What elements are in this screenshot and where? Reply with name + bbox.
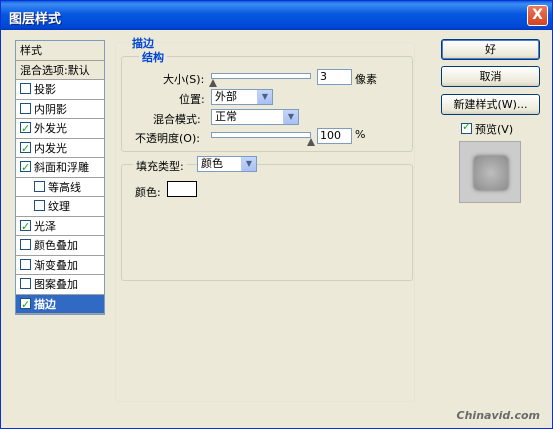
blend-mode-value: 正常 [215,110,237,123]
opacity-unit: % [355,128,366,141]
checkbox-icon[interactable] [20,158,31,177]
style-list-item[interactable]: 内阴影 [16,99,104,119]
size-slider[interactable] [211,73,311,79]
dialog-body: 样式 混合选项:默认 投影内阴影外发光内发光斜面和浮雕等高线纹理光泽颜色叠加渐变… [5,30,548,426]
fill-type-value: 颜色 [201,157,223,170]
watermark: Chinavid.com [456,409,540,422]
structure-title: 结构 [139,49,167,65]
size-unit: 像素 [355,73,377,86]
style-list-item-label: 内发光 [34,141,67,155]
checkbox-icon[interactable] [20,102,31,114]
style-preview [459,141,521,203]
checkbox-icon[interactable] [20,278,31,289]
style-list-item[interactable]: 纹理 [16,197,104,217]
checkbox-icon[interactable] [34,180,45,192]
style-list-item[interactable]: 颜色叠加 [16,236,104,256]
fill-type-select[interactable]: 颜色 ▼ [197,156,257,172]
fill-group [121,164,413,281]
style-list-item-label: 渐变叠加 [34,258,78,272]
style-list-item[interactable]: 光泽 [16,216,104,236]
style-list: 样式 混合选项:默认 投影内阴影外发光内发光斜面和浮雕等高线纹理光泽颜色叠加渐变… [15,40,105,315]
style-list-item-label: 斜面和浮雕 [34,161,89,174]
style-list-item-label: 图案叠加 [34,278,78,291]
style-list-item-label: 描边 [34,297,56,311]
size-slider-thumb[interactable] [209,79,217,87]
size-input[interactable]: 3 [317,69,352,85]
position-label: 位置: [179,93,205,106]
chevron-down-icon[interactable]: ▼ [257,90,272,104]
new-style-button[interactable]: 新建样式(W)... [441,94,540,115]
style-list-item-label: 外发光 [34,122,67,135]
ok-button[interactable]: 好 [441,39,540,60]
close-button[interactable]: X [527,5,548,26]
style-list-item[interactable]: 等高线 [16,177,104,197]
color-swatch[interactable] [167,181,197,197]
cancel-button[interactable]: 取消 [441,66,540,87]
checkbox-icon[interactable] [20,239,31,250]
checkbox-icon[interactable] [20,295,31,314]
checkbox-icon[interactable] [34,200,45,211]
opacity-label: 不透明度(O): [135,132,200,145]
opacity-input[interactable]: 100 [317,128,352,144]
style-list-item-label: 投影 [34,83,56,96]
chevron-down-icon[interactable]: ▼ [283,110,298,124]
window-title: 图层样式 [9,12,62,27]
style-list-item-label: 光泽 [34,219,56,233]
blend-mode-select[interactable]: 正常 ▼ [211,109,299,125]
fill-type-label: 填充类型: [133,158,187,174]
style-list-item[interactable]: 渐变叠加 [16,255,104,275]
style-list-item[interactable]: 斜面和浮雕 [16,158,104,178]
position-select[interactable]: 外部 ▼ [211,89,273,105]
layer-style-dialog: 图层样式 X 样式 混合选项:默认 投影内阴影外发光内发光斜面和浮雕等高线纹理光… [0,0,553,429]
blend-mode-label: 混合模式: [153,113,201,126]
style-list-item[interactable]: 内发光 [16,138,104,158]
style-list-item[interactable]: 外发光 [16,119,104,139]
style-list-item-label: 内阴影 [34,102,67,116]
color-label: 颜色: [135,186,161,199]
checkbox-icon[interactable] [20,139,31,158]
chevron-down-icon[interactable]: ▼ [241,157,256,171]
checkbox-icon[interactable] [20,119,31,138]
style-list-item[interactable]: 投影 [16,80,104,100]
title-bar[interactable]: 图层样式 X [1,1,552,30]
style-list-header[interactable]: 样式 [16,41,104,61]
preview-checkbox[interactable]: 预览(V) [461,120,514,137]
style-list-item[interactable]: 图案叠加 [16,275,104,295]
style-list-item-label: 等高线 [48,180,81,194]
opacity-slider-thumb[interactable] [307,138,315,146]
position-value: 外部 [215,90,237,103]
style-list-item-label: 颜色叠加 [34,239,78,252]
style-list-item[interactable]: 描边 [16,294,104,314]
preview-thumbnail [474,156,508,190]
checkbox-icon[interactable] [20,83,31,94]
checkbox-icon[interactable] [461,120,472,134]
style-list-item-label: 纹理 [48,200,70,213]
size-label: 大小(S): [163,73,205,86]
blend-options-item[interactable]: 混合选项:默认 [16,60,104,80]
checkbox-icon[interactable] [20,258,31,270]
checkbox-icon[interactable] [20,217,31,236]
preview-label: 预览(V) [475,123,514,136]
opacity-slider[interactable] [211,132,311,138]
